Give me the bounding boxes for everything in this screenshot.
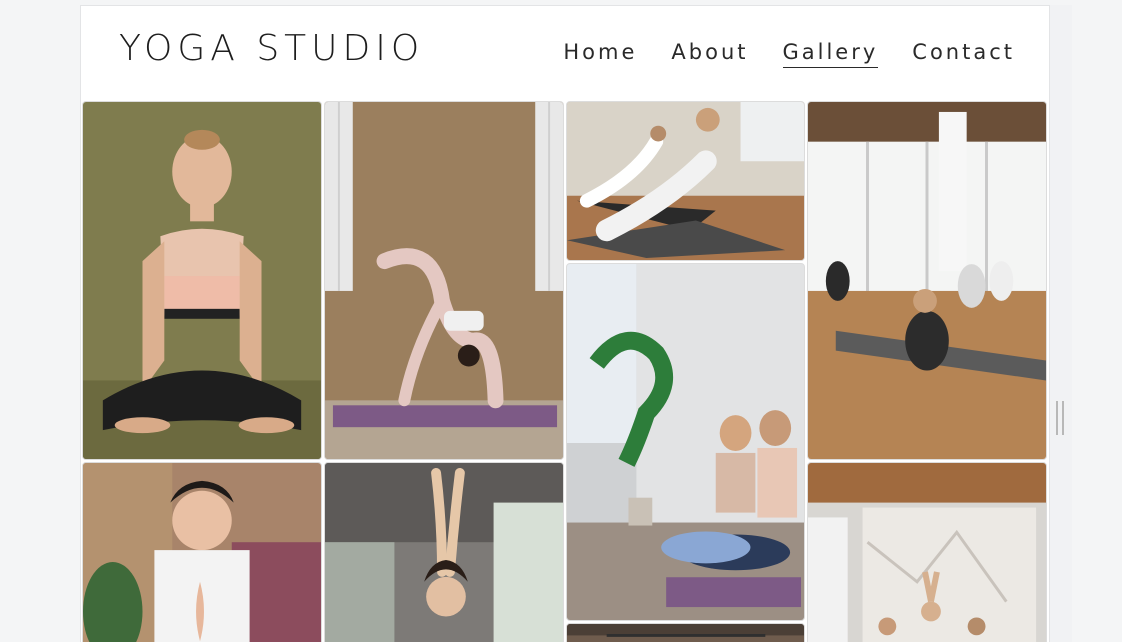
site-header: YOGA STUDIO Home About Gallery Contact <box>81 6 1049 101</box>
gallery-photo-studio-class-seated[interactable] <box>807 101 1047 460</box>
gallery-photo-studio-marble-class[interactable] <box>807 462 1047 642</box>
main-nav: Home About Gallery Contact <box>563 40 1015 68</box>
gallery-photo-woman-lotus-olive[interactable] <box>82 101 322 460</box>
site-logo[interactable]: YOGA STUDIO <box>119 28 424 69</box>
nav-home[interactable]: Home <box>563 40 637 68</box>
page-gutter <box>1050 5 1072 642</box>
gallery-photo-studio-ceiling[interactable] <box>566 623 805 642</box>
nav-contact[interactable]: Contact <box>912 40 1015 68</box>
gallery-photo-two-women-prayer[interactable] <box>566 263 805 621</box>
nav-about[interactable]: About <box>671 40 748 68</box>
scrollbar-handle[interactable] <box>1056 401 1064 435</box>
gallery-photo-woman-prayer-closeup[interactable] <box>82 462 322 642</box>
gallery-photo-arms-raised-pose[interactable] <box>324 462 564 642</box>
nav-gallery[interactable]: Gallery <box>782 40 879 68</box>
gallery-photo-backbend-pose[interactable] <box>324 101 564 460</box>
gallery-photo-cobra-pose-men[interactable] <box>566 101 805 261</box>
